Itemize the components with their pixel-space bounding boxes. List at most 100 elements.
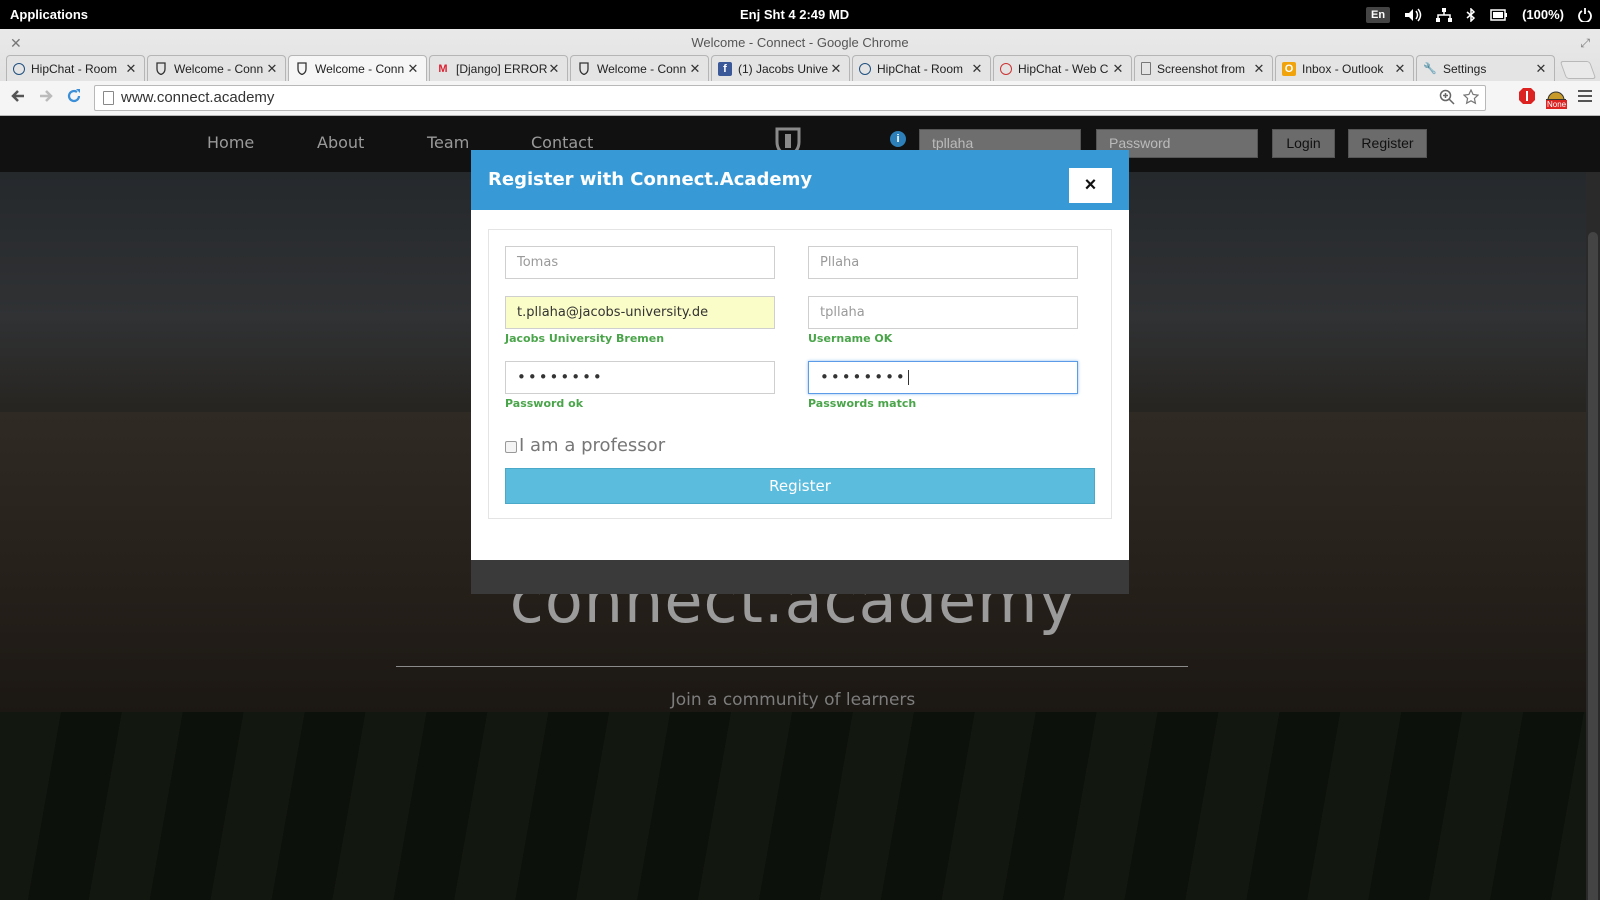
register-submit-button[interactable]: Register — [505, 468, 1095, 504]
password-field[interactable]: •••••••• — [505, 361, 775, 394]
hipchat-icon — [13, 62, 25, 75]
text-caret — [907, 370, 909, 385]
tab-close-icon[interactable]: ✕ — [1252, 61, 1266, 77]
modal-header: Register with Connect.Academy × — [471, 150, 1129, 210]
hero-subtitle: Join a community of learners — [670, 690, 916, 710]
outlook-icon: O — [1282, 61, 1296, 76]
browser-tab[interactable]: HipChat - Room ✕ — [6, 55, 145, 81]
tab-close-icon[interactable]: ✕ — [547, 61, 561, 77]
professor-checkbox[interactable] — [505, 441, 517, 453]
web-page: Home About Team Contact i tpllaha Passwo… — [0, 116, 1600, 900]
tab-close-icon[interactable]: ✕ — [1534, 61, 1548, 77]
browser-tab[interactable]: Welcome - Conn ✕ — [570, 55, 709, 81]
browser-tab[interactable]: Welcome - Conn ✕ — [147, 55, 286, 81]
register-form: Tomas Pllaha t.pllaha@jacobs-university.… — [488, 229, 1112, 519]
tab-label: Inbox - Outlook — [1302, 61, 1384, 76]
hero-divider — [396, 666, 1188, 667]
tab-label: Welcome - Conn — [597, 61, 687, 76]
window-maximize-icon[interactable]: ⤢ — [1580, 29, 1590, 57]
modal-body: Tomas Pllaha t.pllaha@jacobs-university.… — [471, 210, 1129, 560]
adblock-icon[interactable] — [1518, 87, 1536, 110]
page-info-icon[interactable] — [103, 91, 114, 105]
nav-login-button[interactable]: Login — [1272, 129, 1335, 158]
browser-toolbar: www.connect.academy None — [0, 81, 1600, 116]
tab-close-icon[interactable]: ✕ — [124, 61, 138, 77]
browser-tab[interactable]: HipChat - Web C ✕ — [993, 55, 1132, 81]
address-bar[interactable]: www.connect.academy — [94, 85, 1486, 111]
applications-menu[interactable]: Applications — [10, 7, 88, 22]
modal-title: Register with Connect.Academy — [488, 169, 813, 190]
nav-about-link[interactable]: About — [317, 133, 364, 152]
connect-shield-icon — [577, 62, 591, 76]
last-name-field[interactable]: Pllaha — [808, 246, 1078, 279]
tab-close-icon[interactable]: ✕ — [829, 61, 843, 77]
username-field[interactable]: tpllaha — [808, 296, 1078, 329]
power-icon[interactable] — [1578, 7, 1592, 22]
page-scrollbar[interactable] — [1586, 172, 1600, 900]
tab-label: HipChat - Web C — [1018, 61, 1109, 76]
info-icon[interactable]: i — [890, 131, 906, 147]
tab-close-icon[interactable]: ✕ — [688, 61, 702, 77]
window-close-icon[interactable]: ✕ — [10, 29, 22, 57]
tab-label: Screenshot from — [1157, 61, 1246, 76]
email-field[interactable]: t.pllaha@jacobs-university.de — [505, 296, 775, 329]
nav-team-link[interactable]: Team — [427, 133, 469, 152]
extension-badge-icon[interactable]: None — [1546, 86, 1568, 110]
extension-area: None — [1518, 86, 1592, 110]
wrench-icon: 🔧 — [1423, 63, 1437, 75]
browser-tab[interactable]: O Inbox - Outlook ✕ — [1275, 55, 1414, 81]
tab-label: HipChat - Room — [31, 61, 118, 76]
tab-strip: HipChat - Room ✕ Welcome - Conn ✕ Welcom… — [6, 55, 1597, 81]
battery-percentage[interactable]: (100%) — [1522, 7, 1564, 22]
connect-shield-icon — [295, 62, 309, 76]
hipchat-icon — [859, 62, 871, 75]
modal-close-button[interactable]: × — [1069, 168, 1112, 203]
forward-arrow-icon[interactable] — [38, 88, 54, 109]
browser-tab[interactable]: HipChat - Room ✕ — [852, 55, 991, 81]
reload-icon[interactable] — [66, 88, 82, 109]
connect-shield-icon — [154, 62, 168, 76]
gmail-icon: M — [438, 62, 448, 75]
nav-home-link[interactable]: Home — [207, 133, 254, 152]
tab-close-icon[interactable]: ✕ — [1111, 61, 1125, 77]
browser-tab-active[interactable]: Welcome - Conn ✕ — [288, 55, 427, 81]
scrollbar-thumb[interactable] — [1588, 232, 1598, 900]
tab-close-icon[interactable]: ✕ — [265, 61, 279, 77]
network-icon[interactable] — [1436, 7, 1453, 22]
first-name-field[interactable]: Tomas — [505, 246, 775, 279]
password-hint: Password ok — [505, 397, 584, 410]
volume-icon[interactable] — [1404, 8, 1422, 22]
url-text[interactable]: www.connect.academy — [121, 89, 274, 106]
hipchat-icon — [1000, 62, 1012, 75]
system-top-bar: Applications Enj Sht 4 2:49 MD En (100%) — [0, 0, 1600, 29]
browser-tab[interactable]: 🔧 Settings ✕ — [1416, 55, 1555, 81]
bluetooth-icon[interactable] — [1466, 7, 1476, 22]
extension-badge-label: None — [1546, 100, 1568, 109]
back-arrow-icon[interactable] — [10, 88, 26, 109]
tab-close-icon[interactable]: ✕ — [1393, 61, 1407, 77]
keyboard-layout-indicator[interactable]: En — [1366, 6, 1391, 23]
confirm-password-field[interactable]: •••••••• — [808, 361, 1078, 394]
new-tab-button[interactable] — [1559, 61, 1597, 79]
nav-register-button[interactable]: Register — [1348, 129, 1427, 158]
professor-checkbox-label[interactable]: I am a professor — [519, 435, 665, 456]
battery-icon[interactable] — [1490, 8, 1508, 21]
tab-label: [Django] ERROR — [456, 61, 547, 76]
confirm-password-hint: Passwords match — [808, 397, 917, 410]
browser-tab[interactable]: M [Django] ERROR ✕ — [429, 55, 568, 81]
zoom-icon[interactable] — [1439, 89, 1455, 113]
system-tray: En (100%) — [1366, 4, 1592, 25]
tab-label: (1) Jacobs Unive — [738, 61, 829, 76]
browser-tab[interactable]: Screenshot from ✕ — [1134, 55, 1273, 81]
browser-chrome: Welcome - Connect - Google Chrome ✕ ⤢ Hi… — [0, 29, 1600, 116]
confirm-password-value: •••••••• — [820, 368, 907, 386]
tab-close-icon[interactable]: ✕ — [970, 61, 984, 77]
tab-close-icon[interactable]: ✕ — [406, 61, 420, 77]
tab-label: Welcome - Conn — [174, 61, 264, 76]
bookmark-star-icon[interactable] — [1462, 88, 1480, 113]
clock[interactable]: Enj Sht 4 2:49 MD — [740, 7, 849, 22]
chrome-menu-icon[interactable] — [1578, 89, 1592, 108]
browser-tab[interactable]: f (1) Jacobs Unive ✕ — [711, 55, 850, 81]
username-hint: Username OK — [808, 332, 893, 345]
register-modal: Register with Connect.Academy × Tomas Pl… — [471, 150, 1129, 594]
